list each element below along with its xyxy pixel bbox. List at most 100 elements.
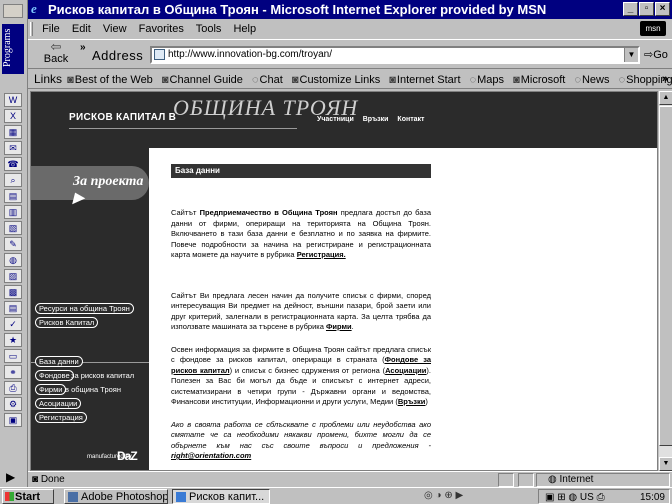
text: Сайтът [171,208,200,217]
settings-icon[interactable]: ⚙ [4,397,22,411]
page-viewport: РИСКОВ КАПИТАЛ В ОБЩИНА ТРОЯН Участници … [30,91,658,471]
link-icon[interactable]: ⚭ [4,365,22,379]
scroll-thumb[interactable] [659,106,672,446]
document-icon[interactable]: ▥ [4,205,22,219]
address-value: http://www.innovation-bg.com/troyan/ [168,49,332,60]
scroll-down-icon[interactable]: ▼ [659,457,672,471]
text: Ако в своята работа се сблъсквате с проб… [171,419,431,450]
link-label: News [581,74,610,86]
sidebar-item-funds[interactable]: Фондове [35,370,74,381]
office-bar-expand-icon[interactable]: ▶ [6,470,15,484]
page-done-icon: ◙ [32,474,39,485]
office-bar-icons: W X ▦ ✉ ☎ ⌕ ▤ ▥ ▧ ✎ ◍ ▨ ▩ ▤ ✓ ★ ▭ ⚭ ⎙ ⚙ … [3,92,25,429]
menu-view[interactable]: View [103,23,127,35]
link-connections[interactable]: Връзки [398,397,426,406]
ie-page-icon: ◙ [291,74,299,86]
go-button[interactable]: ⇨Go [644,48,668,61]
close-button[interactable]: × [655,2,670,16]
disk-icon[interactable]: ▣ [4,413,22,427]
menu-favorites[interactable]: Favorites [139,23,184,35]
image-icon[interactable]: ▩ [4,285,22,299]
link-companies[interactable]: Фирми [326,322,352,331]
manufacturer-logo[interactable]: DaZ [117,449,138,463]
word-icon[interactable]: W [4,93,22,107]
globe-icon[interactable]: ◍ [4,253,22,267]
favorite-icon[interactable]: ★ [4,333,22,347]
vertical-scrollbar[interactable]: ▲ ▼ [658,91,672,471]
address-input[interactable]: http://www.innovation-bg.com/troyan/ ▼ [150,46,640,64]
quick-launch-icons[interactable]: ◎ ◑ ⊕ ▶ [424,488,463,503]
clock[interactable]: 15:09 [640,490,665,504]
excel-icon[interactable]: X [4,109,22,123]
paragraph-funds: Освен информация за фирмите в Община Тро… [171,345,431,408]
link-label: Best of the Web [74,74,153,86]
menu-help[interactable]: Help [233,23,256,35]
office-bar-menu-button[interactable] [3,4,23,18]
link-internet-start[interactable]: ◙Internet Start [389,74,460,86]
link-label: Internet Start [396,74,461,86]
back-arrow-icon: ⇦ [50,39,62,54]
minimize-button[interactable]: _ [623,2,638,16]
tray-icons[interactable]: ▣ ⊞ ◍ [545,492,577,503]
status-text: ◙ Done [32,472,65,487]
print-icon[interactable]: ⎙ [4,381,22,395]
language-indicator[interactable]: US [580,492,594,503]
link-associations[interactable]: Асоциации [385,366,426,375]
sidebar-item-registration[interactable]: Регистрация [35,412,87,423]
back-button[interactable]: ⇦ Back [36,39,76,69]
start-button[interactable]: Start [2,489,54,504]
links-overflow-icon[interactable]: » [662,70,668,88]
task-photoshop[interactable]: Adobe Photoshop [64,489,168,504]
link-page-icon: ◌ [618,74,626,86]
link-best-of-the-web[interactable]: ◙Best of the Web [67,74,153,86]
menu-tools[interactable]: Tools [196,23,222,35]
photoshop-icon [68,492,78,502]
site-header: РИСКОВ КАПИТАЛ В ОБЩИНА ТРОЯН Участници … [31,92,657,148]
nav-links[interactable]: Връзки [363,116,389,123]
address-dropdown-icon[interactable]: ▼ [624,48,638,62]
nav-contact[interactable]: Контакт [397,116,424,123]
mail-icon[interactable]: ✉ [4,141,22,155]
link-label: Channel Guide [169,74,243,86]
section-tab-label: За проекта ▶ [73,174,144,206]
link-channel-guide[interactable]: ◙Channel Guide [162,74,243,86]
menu-file[interactable]: File [42,23,60,35]
internet-explorer-icon: e [31,1,37,16]
sidebar-item-associations[interactable]: Асоциации [35,398,82,409]
links-label: Links [34,72,63,86]
link-chat[interactable]: ◌Chat [252,74,283,86]
link-label: Chat [259,74,283,86]
menu-edit[interactable]: Edit [72,23,91,35]
window-titlebar[interactable]: e Рисков капитал в Община Троян - Micros… [28,0,672,19]
nav-participants[interactable]: Участници [317,116,354,123]
sidebar-item-companies[interactable]: Фирми [35,384,67,395]
site-sidebar: За проекта ▶ Ресурси на община Троян Рис… [31,148,149,470]
links-toolbar: Links ◙Best of the Web ◙Channel Guide ◌C… [28,70,672,89]
ie-page-icon: ◙ [161,74,169,86]
book-icon[interactable]: ▤ [4,301,22,315]
link-maps[interactable]: ◌Maps [470,74,504,86]
chart-icon[interactable]: ▧ [4,221,22,235]
link-email[interactable]: right@orientation.com [171,451,251,460]
task-internet-explorer[interactable]: Рисков капит... [172,489,270,504]
toolbar-overflow-icon[interactable]: » [80,42,86,53]
notes-icon[interactable]: ▨ [4,269,22,283]
contacts-icon[interactable]: ☎ [4,157,22,171]
sidebar-item-resources[interactable]: Ресурси на община Троян [35,303,134,314]
sidebar-item-database[interactable]: База данни [35,356,83,367]
toolbar-grip[interactable] [30,22,33,37]
search-icon[interactable]: ⌕ [4,173,22,187]
printer-icon[interactable]: ⎙ [597,492,605,503]
folder-icon[interactable]: ▤ [4,189,22,203]
tools-icon[interactable]: ✎ [4,237,22,251]
link-registration[interactable]: Регистрация. [297,250,346,259]
tasks-icon[interactable]: ✓ [4,317,22,331]
scroll-up-icon[interactable]: ▲ [659,91,672,105]
sidebar-item-venture-capital[interactable]: Рисков Капитал [35,317,99,328]
note-icon[interactable]: ▭ [4,349,22,363]
link-customize-links[interactable]: ◙Customize Links [292,74,380,86]
link-news[interactable]: ◌News [574,74,609,86]
maximize-button[interactable]: ▫ [639,2,654,16]
calendar-icon[interactable]: ▦ [4,125,22,139]
link-microsoft[interactable]: ◙Microsoft [513,74,565,86]
